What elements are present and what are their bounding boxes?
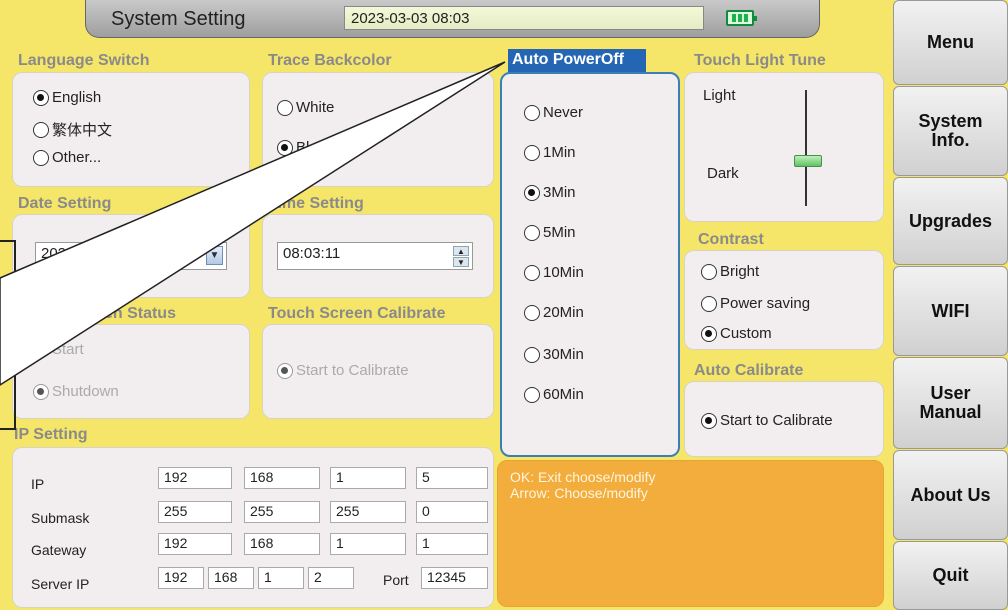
power-option-3min[interactable]: 3Min <box>524 184 576 201</box>
radio-icon <box>524 144 540 161</box>
wifi-button[interactable]: WIFI <box>893 266 1008 356</box>
ip-panel: IP 192 168 1 5 Submask 255 255 255 0 Gat… <box>12 447 494 608</box>
submask-label: Submask <box>31 510 90 526</box>
touchlight-section-title: Touch Light Tune <box>694 52 826 69</box>
ip-octet-2[interactable]: 168 <box>244 467 320 489</box>
radio-icon <box>524 346 540 363</box>
power-section-title: Auto PowerOff <box>508 49 646 73</box>
power-option-60min[interactable]: 60Min <box>524 386 584 403</box>
ip-label: IP <box>31 476 45 492</box>
port-label: Port <box>383 572 409 588</box>
gateway-octet-1[interactable]: 192 <box>158 533 232 555</box>
radio-icon <box>524 386 540 403</box>
contrast-option-custom[interactable]: Custom <box>701 325 772 342</box>
power-option-10min[interactable]: 10Min <box>524 264 584 281</box>
quit-button[interactable]: Quit <box>893 541 1008 610</box>
contrast-option-bright[interactable]: Bright <box>701 263 759 280</box>
power-option-never[interactable]: Never <box>524 104 583 121</box>
radio-icon <box>701 412 717 429</box>
autocal-panel: Start to Calibrate <box>684 381 884 457</box>
ip-octet-1[interactable]: 192 <box>158 467 232 489</box>
help-line-1: OK: Exit choose/modify <box>510 469 656 485</box>
submask-octet-3[interactable]: 255 <box>330 501 406 523</box>
radio-icon <box>524 224 540 241</box>
brightness-slider-thumb[interactable] <box>794 155 822 167</box>
power-option-20min[interactable]: 20Min <box>524 304 584 321</box>
power-option-1min[interactable]: 1Min <box>524 144 576 161</box>
user-manual-button[interactable]: User Manual <box>893 357 1008 449</box>
server-ip-octet-1[interactable]: 192 <box>158 567 204 589</box>
about-us-button[interactable]: About Us <box>893 450 1008 540</box>
power-option-30min[interactable]: 30Min <box>524 346 584 363</box>
submask-octet-2[interactable]: 255 <box>244 501 320 523</box>
touchlight-panel: Light Dark <box>684 72 884 222</box>
port-input[interactable]: 12345 <box>421 567 488 589</box>
menu-button[interactable]: Menu <box>893 0 1008 85</box>
system-info-button[interactable]: System Info. <box>893 86 1008 176</box>
gateway-octet-2[interactable]: 168 <box>244 533 320 555</box>
gateway-octet-3[interactable]: 1 <box>330 533 406 555</box>
submask-octet-4[interactable]: 0 <box>416 501 488 523</box>
server-ip-octet-4[interactable]: 2 <box>308 567 354 589</box>
power-panel: Never 1Min 3Min 5Min 10Min 20Min 30Min 6… <box>500 72 680 457</box>
submask-octet-1[interactable]: 255 <box>158 501 232 523</box>
autocal-section-title: Auto Calibrate <box>694 362 804 379</box>
radio-icon <box>701 325 717 342</box>
radio-icon <box>701 295 717 312</box>
power-option-5min[interactable]: 5Min <box>524 224 576 241</box>
dark-label: Dark <box>707 165 739 182</box>
contrast-section-title: Contrast <box>698 231 764 248</box>
help-line-2: Arrow: Choose/modify <box>510 485 648 501</box>
server-ip-label: Server IP <box>31 576 90 592</box>
radio-icon <box>524 184 540 201</box>
radio-icon <box>524 264 540 281</box>
radio-icon <box>524 304 540 321</box>
gateway-label: Gateway <box>31 542 87 558</box>
contrast-panel: Bright Power saving Custom <box>684 250 884 350</box>
light-label: Light <box>703 87 736 104</box>
callout-pointer <box>0 61 506 386</box>
autocal-start-option[interactable]: Start to Calibrate <box>701 412 833 429</box>
radio-icon <box>701 263 717 280</box>
radio-icon <box>524 104 540 121</box>
server-ip-octet-3[interactable]: 1 <box>258 567 304 589</box>
contrast-option-power-saving[interactable]: Power saving <box>701 295 810 312</box>
brightness-slider-track[interactable] <box>805 90 807 206</box>
help-info-panel: OK: Exit choose/modify Arrow: Choose/mod… <box>497 460 884 607</box>
battery-icon <box>726 10 757 26</box>
ip-octet-3[interactable]: 1 <box>330 467 406 489</box>
gateway-octet-4[interactable]: 1 <box>416 533 488 555</box>
upgrades-button[interactable]: Upgrades <box>893 177 1008 265</box>
server-ip-octet-2[interactable]: 168 <box>208 567 254 589</box>
ip-octet-4[interactable]: 5 <box>416 467 488 489</box>
